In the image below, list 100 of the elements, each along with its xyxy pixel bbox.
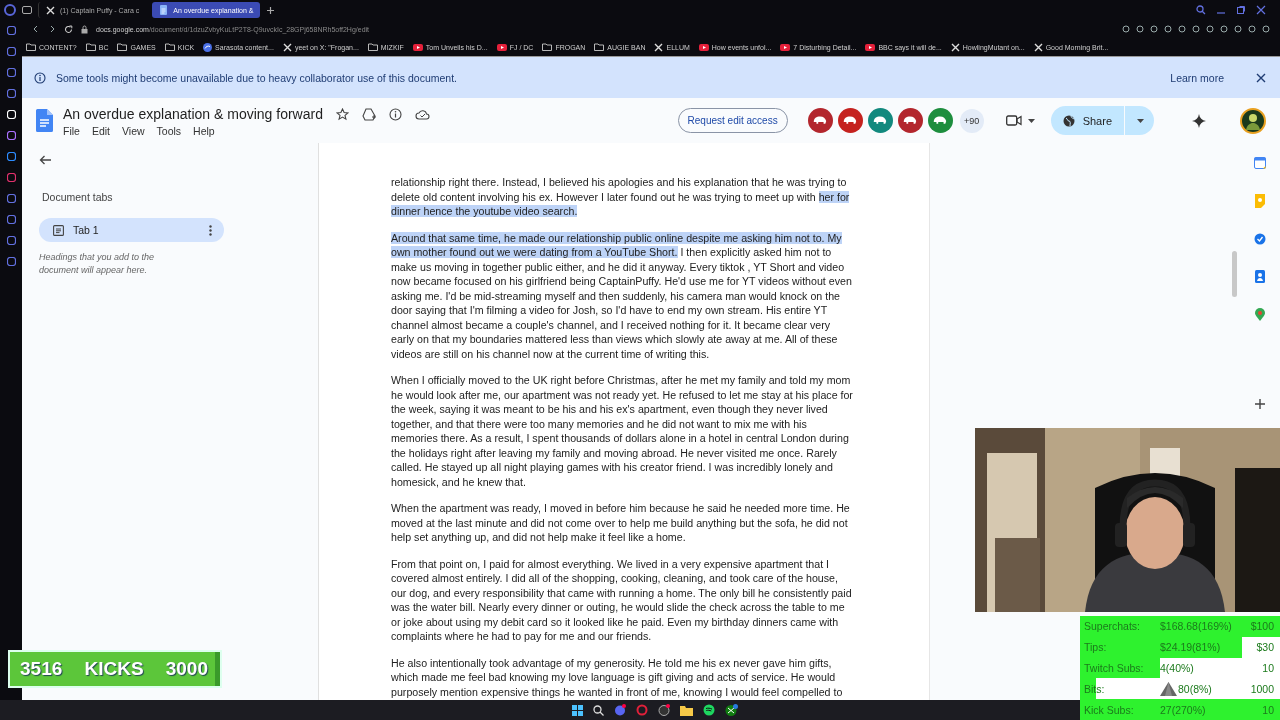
goal-label: Tips: xyxy=(1084,641,1108,654)
document-tab[interactable]: Tab 1 xyxy=(39,218,224,242)
app-icon[interactable] xyxy=(6,131,16,140)
folder-icon xyxy=(594,43,605,51)
banner-message: Some tools might become unavailable due to heavy collaborator use of this document. xyxy=(56,71,458,84)
app-icon[interactable] xyxy=(658,704,670,716)
kick-goal: 3000 xyxy=(165,658,208,680)
tab-strip-icon[interactable] xyxy=(22,6,32,14)
folder-icon xyxy=(367,43,378,51)
back-icon[interactable] xyxy=(32,25,40,33)
goal-target: $30 xyxy=(1256,641,1274,654)
kicks-label: KICKS xyxy=(84,658,144,680)
folder-icon xyxy=(85,43,96,51)
search-icon[interactable] xyxy=(593,704,604,716)
goal-target: $100 xyxy=(1250,620,1274,633)
goal-label: Twitch Subs: xyxy=(1084,662,1145,674)
new-tab-icon[interactable] xyxy=(266,5,276,15)
menu-item[interactable]: Tools xyxy=(156,125,182,137)
reload-icon[interactable] xyxy=(64,24,73,34)
maximize-icon[interactable] xyxy=(1236,5,1246,15)
goal-value: 27(270%) xyxy=(1160,703,1206,716)
x-logo-icon xyxy=(654,42,664,52)
goal-label: Superchats: xyxy=(1084,620,1142,633)
account-avatar-icon[interactable] xyxy=(1240,107,1266,134)
goal-target: 10 xyxy=(1262,662,1274,674)
map-pin-icon[interactable] xyxy=(1255,308,1265,321)
play-icon xyxy=(865,43,876,51)
collaborator-avatar[interactable] xyxy=(807,108,833,133)
collaborator-count[interactable]: +90 xyxy=(959,108,984,133)
lock-icon xyxy=(81,24,88,34)
document-title[interactable]: An overdue explanation & moving forward xyxy=(63,106,323,122)
kick-count: 3516 xyxy=(20,658,63,680)
menu-item[interactable]: Edit xyxy=(91,125,110,137)
info-icon[interactable] xyxy=(388,107,402,121)
globe-icon xyxy=(1062,114,1075,127)
browser-app-icon[interactable] xyxy=(636,704,648,716)
start-icon[interactable] xyxy=(572,704,583,716)
video-camera-icon[interactable] xyxy=(1005,115,1022,126)
scrollbar[interactable] xyxy=(1232,251,1237,297)
app-icon[interactable] xyxy=(6,152,16,161)
goal-value: 4(40%) xyxy=(1160,662,1194,674)
share-button[interactable]: Share xyxy=(1050,106,1154,135)
forward-icon[interactable] xyxy=(48,25,56,33)
collaborator-avatar[interactable] xyxy=(867,108,893,133)
document-lines-icon xyxy=(53,224,64,236)
collaborator-avatar[interactable] xyxy=(897,108,923,133)
paragraph: relationship right there. Instead, I believed his apologies and his explanation that he was trying to delete old content involving his ex. However I later found out he was trying to meet up with her for dinner hence the youtube video search. xyxy=(391,175,851,219)
browser-logo-icon xyxy=(4,4,16,16)
more-options-icon[interactable] xyxy=(209,224,212,236)
collaborator-avatar[interactable] xyxy=(837,108,863,133)
chat-app-icon[interactable] xyxy=(614,704,626,716)
folder-icon xyxy=(164,43,175,51)
close-icon[interactable] xyxy=(1256,72,1266,83)
menu-item[interactable]: View xyxy=(122,125,145,137)
goal-value: $168.68(169%) xyxy=(1160,620,1232,633)
triangle-icon xyxy=(1160,681,1177,696)
play-icon xyxy=(780,43,791,51)
back-arrow-icon[interactable] xyxy=(39,155,51,165)
folder-icon xyxy=(26,43,36,51)
contacts-icon[interactable] xyxy=(1255,270,1265,283)
paragraph: When the apartment was ready, I moved in before him because he said he needed more time. He moved at the last minute and did not come over to help me build anything but the sofa, he did not help set anything up, and did not help make it feel like a home. xyxy=(391,501,851,545)
play-icon xyxy=(496,43,507,51)
menu-item[interactable]: Help xyxy=(193,125,215,137)
docs-logo-icon[interactable] xyxy=(36,109,53,132)
x-logo-icon xyxy=(950,42,960,52)
tasks-icon[interactable] xyxy=(1254,233,1266,245)
game-app-icon[interactable] xyxy=(725,704,738,716)
sidebar-heading: Document tabs xyxy=(42,191,114,203)
paragraph: Around that same time, he made our relationship public online despite me asking him not to. My own mother found out we were dating from a YouTube Short. I then explicitly asked him not to make us moving in together public either, and he did it anyway. Every tiktok , YT Short and video now became focused on his girlfriend being CaptainPuffy. He'd use me for YT videos without even asking me. I'd be mid-streaming myself and then suddenly, his camera man would knock on the door saying that I'm filming a video for Josh, so I'd have to end my own stream. His entire YT channel almost became a couple's channel, and I received nothing for it. It became clear very early on that my boundaries mattered less than views which slowly ate away at me. All of these videos are still on his channel now at the current time of writing this. xyxy=(391,230,853,361)
sparkle-icon[interactable] xyxy=(1192,113,1206,128)
star-icon[interactable] xyxy=(335,107,349,121)
goal-value: 80(8%) xyxy=(1178,682,1212,695)
menu-item[interactable]: File xyxy=(63,125,80,137)
folder-icon[interactable] xyxy=(680,704,693,716)
document-icon xyxy=(159,5,169,15)
folder-icon xyxy=(542,43,553,51)
x-logo-icon xyxy=(1033,42,1043,52)
caret-icon xyxy=(1137,118,1144,123)
paragraph: From that point on, I paid for almost everything. We lived in a very expensive apartment that I covered almost entirely. I did all of the shopping, cooking, cleaning, and took care of the house, our dog, and every responsibility that came with running a home. The only bill he consistently paid was the water bill. Nearly every dinner or outing, he would slide the check across the table to me or joke about using my debit card so it looked like he paid. Even my birthday dinners came with complaints where he had to pay for me and our friends. xyxy=(391,556,853,644)
learn-more-link[interactable]: Learn more xyxy=(1170,71,1224,84)
drive-add-icon[interactable] xyxy=(361,107,376,121)
calendar-icon[interactable] xyxy=(1254,157,1266,169)
info-icon xyxy=(34,71,46,84)
paragraph: When I officially moved to the UK right before Christmas, after he met my family and told my mom he would look after me, our apartment was not ready yet. He refused to let me stay at his place for the week, saying it was meant to be his and his ex's apartment, even though they never lived together, and that there were too many memories and he did not want to mix me with his memories there. As a result, I spent thousands of dollars alone in a hotel in central London during the holidays right after leaving my family and moving abroad. He never visited me once. Rarely called. He stayed up all night playing games with his creator friend. I was incredibly lonely and homesick, and he knew that. xyxy=(391,373,853,489)
outline-hint: Headings that you add to the document will appear here. xyxy=(39,251,156,277)
close-icon[interactable] xyxy=(1256,5,1266,15)
x-logo-icon xyxy=(282,42,292,52)
collaborator-avatar[interactable] xyxy=(927,108,953,133)
goal-value: $24.19(81%) xyxy=(1160,641,1221,654)
play-icon xyxy=(412,43,423,51)
folder-icon xyxy=(117,43,128,51)
goal-label: Kick Subs: xyxy=(1084,703,1135,716)
add-icon[interactable] xyxy=(1255,399,1265,409)
paragraph: He also intentionally took advantage of my generosity. He told me his ex never gave him gifts, which made me feel bad knowing my love language is gift giving and acts of service. He would purposely mention expensive things he wanted in front of me, knowing I would feel compelled to xyxy=(391,655,844,699)
site-icon xyxy=(203,42,213,52)
goal-target: 1000 xyxy=(1250,682,1274,695)
caret-icon[interactable] xyxy=(1027,118,1035,123)
x-logo-icon xyxy=(46,5,55,15)
cloud-check-icon[interactable] xyxy=(414,108,430,120)
music-app-icon[interactable] xyxy=(703,704,715,716)
